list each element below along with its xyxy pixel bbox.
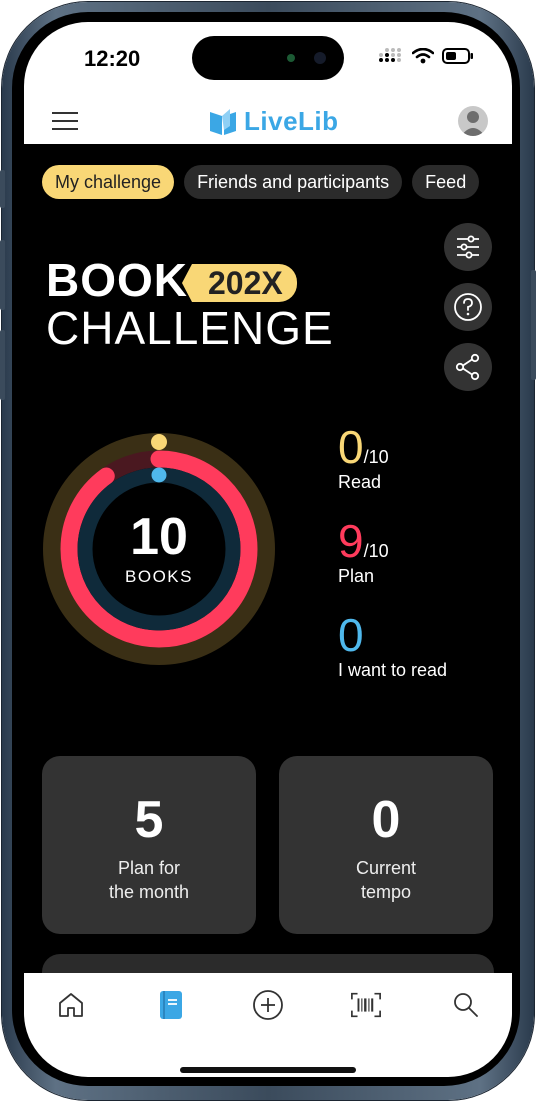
status-time: 12:20 — [84, 46, 141, 71]
goal-label: BOOKS — [125, 567, 193, 586]
status-bar: 12:20 — [24, 22, 512, 100]
goal-number: 10 — [130, 508, 188, 566]
settings-button[interactable] — [444, 223, 492, 271]
bottom-tab-bar — [24, 973, 512, 1077]
hamburger-menu-icon[interactable] — [52, 112, 78, 132]
stat-want-value: 0 — [338, 609, 364, 661]
logo-text: LiveLib — [244, 106, 339, 136]
tab-feed[interactable]: Feed — [412, 165, 480, 199]
tab-books[interactable] — [155, 989, 187, 1021]
card-tempo-label: Current tempo — [355, 858, 417, 902]
stat-want-label: I want to read — [338, 660, 448, 680]
stat-plan[interactable]: 9/10 Plan — [338, 518, 389, 587]
phone-side-button — [0, 330, 5, 400]
barcode-icon — [351, 992, 381, 1018]
help-button[interactable] — [444, 283, 492, 331]
screen: 12:20 LiveLib My challenge Friends and p… — [24, 22, 512, 1077]
battery-icon — [442, 48, 473, 64]
tab-home[interactable] — [55, 989, 87, 1021]
dynamic-island — [192, 36, 344, 80]
stat-read-label: Read — [338, 472, 382, 492]
sliders-icon — [457, 235, 479, 259]
stat-read[interactable]: 0/10 Read — [338, 424, 389, 493]
app-header: LiveLib — [24, 100, 512, 144]
home-icon — [59, 993, 83, 1017]
phone-side-button — [0, 240, 5, 310]
year-badge: 202X — [182, 264, 297, 302]
book-icon — [160, 991, 182, 1019]
challenge-title: BOOK 202X CHALLENGE — [46, 256, 334, 352]
share-button[interactable] — [444, 343, 492, 391]
stat-read-of: /10 — [363, 447, 389, 467]
card-plan-label: Plan for the month — [108, 858, 190, 902]
logo-book-icon — [210, 108, 236, 135]
title-challenge: CHALLENGE — [46, 302, 334, 354]
status-icons — [378, 48, 474, 64]
stat-want[interactable]: 0 I want to read — [338, 612, 447, 681]
stat-plan-value: 9 — [338, 515, 364, 567]
share-icon — [455, 353, 480, 381]
add-icon — [253, 990, 283, 1020]
user-icon — [461, 111, 485, 136]
tab-friends-and-participants[interactable]: Friends and participants — [184, 165, 403, 199]
phone-side-button — [0, 170, 5, 208]
wifi-icon — [412, 48, 434, 64]
tab-add[interactable] — [252, 989, 284, 1021]
home-indicator[interactable] — [180, 1067, 356, 1073]
search-icon — [454, 993, 478, 1017]
avatar[interactable] — [458, 106, 488, 136]
tab-bar-top: My challenge Friends and participants Fe… — [42, 165, 480, 199]
card-tempo-value: 0 — [371, 791, 401, 849]
stat-plan-of: /10 — [363, 541, 389, 561]
question-icon — [454, 293, 482, 321]
stat-plan-label: Plan — [338, 566, 375, 586]
tab-search[interactable] — [450, 989, 482, 1021]
card-current-tempo[interactable]: 0 Current tempo — [279, 756, 493, 934]
goal-center: 10 BOOKS — [42, 432, 276, 666]
tab-my-challenge[interactable]: My challenge — [42, 165, 175, 199]
stat-read-value: 0 — [338, 421, 364, 473]
card-plan-value: 5 — [134, 791, 164, 849]
app-logo[interactable]: LiveLib — [208, 106, 339, 137]
tab-scan[interactable] — [350, 989, 382, 1021]
phone-side-button — [531, 270, 536, 380]
cellular-signal-icon — [379, 48, 401, 62]
card-plan-for-month[interactable]: 5 Plan for the month — [42, 756, 256, 934]
